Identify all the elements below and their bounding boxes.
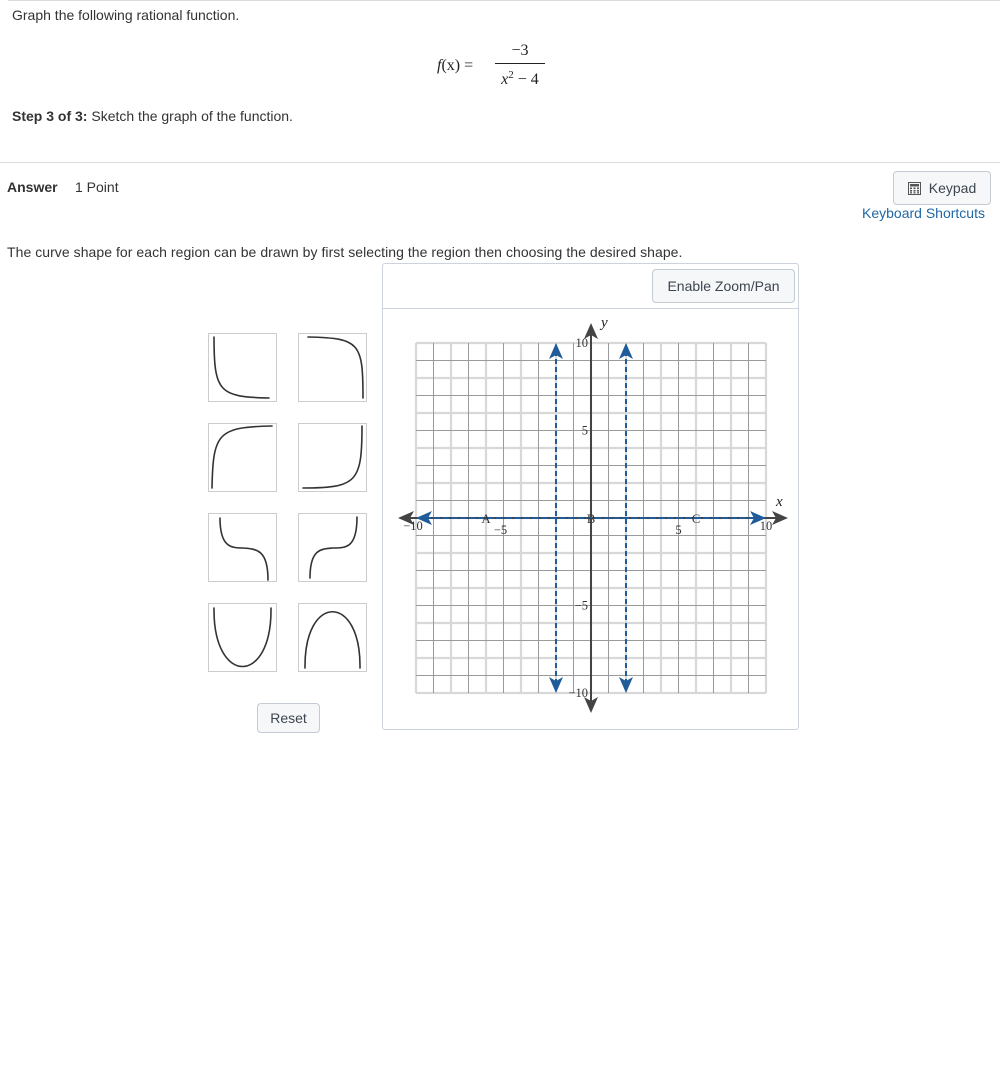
shape-tile-increasing-concave-down[interactable]	[208, 423, 277, 492]
u-shape-curve-icon	[213, 607, 272, 668]
calculator-icon	[907, 181, 921, 195]
top-divider	[8, 0, 1000, 1]
increasing-concave-up-curve-icon	[302, 425, 363, 489]
fraction: −3 x2 − 4	[495, 40, 545, 89]
point-a[interactable]: A	[481, 512, 490, 526]
x-tick-label: −10	[403, 519, 423, 533]
shape-tile-increasing-s-curve[interactable]	[298, 513, 367, 582]
decreasing-s-curve-icon	[219, 517, 269, 581]
decreasing-concave-down-curve-icon	[307, 336, 364, 399]
answer-label: Answer	[7, 179, 58, 195]
denominator-constant: − 4	[513, 71, 539, 88]
graph-panel: Enable Zoom/Pan −10 −5 5 10 10 5 −5 −10 x y A B C	[382, 263, 799, 730]
shape-tile-cap-shape[interactable]	[298, 603, 367, 672]
function-arg: (x)	[441, 57, 461, 74]
y-tick-label: 10	[576, 336, 589, 350]
section-divider	[0, 162, 1000, 163]
fraction-bar	[495, 63, 545, 64]
keypad-button[interactable]: Keypad	[893, 171, 991, 205]
keypad-label: Keypad	[928, 180, 977, 196]
point-b[interactable]: B	[587, 512, 595, 526]
formula-lhs: f(x) =	[437, 57, 473, 75]
denominator: x2 − 4	[495, 66, 545, 89]
increasing-concave-down-curve-icon	[211, 425, 273, 489]
question-prompt: Graph the following rational function.	[12, 7, 240, 23]
numerator: −3	[511, 42, 529, 59]
decreasing-concave-up-curve-icon	[213, 336, 270, 399]
cap-shape-curve-icon	[304, 611, 361, 669]
step-indicator: Step 3 of 3: Sketch the graph of the fun…	[12, 108, 293, 124]
shape-tile-u-shape[interactable]	[208, 603, 277, 672]
y-tick-label: 5	[582, 424, 588, 438]
x-tick-label: −5	[494, 523, 507, 537]
shape-tile-increasing-concave-up[interactable]	[298, 423, 367, 492]
step-label: Step 3 of 3:	[12, 108, 88, 124]
y-tick-label: −5	[575, 599, 588, 613]
x-tick-label: 10	[760, 519, 773, 533]
instructions-text: The curve shape for each region can be d…	[7, 244, 683, 260]
shape-tile-decreasing-concave-down[interactable]	[298, 333, 367, 402]
equals-sign: =	[464, 57, 474, 74]
shape-tile-decreasing-s-curve[interactable]	[208, 513, 277, 582]
shape-tile-decreasing-concave-up[interactable]	[208, 333, 277, 402]
keyboard-shortcuts-link[interactable]: Keyboard Shortcuts	[862, 205, 985, 221]
increasing-s-curve-icon	[309, 516, 358, 579]
reset-button[interactable]: Reset	[257, 703, 320, 733]
x-axis-label: x	[775, 494, 783, 510]
point-c[interactable]: C	[692, 512, 700, 526]
y-tick-label: −10	[568, 686, 588, 700]
graph-canvas[interactable]: −10 −5 5 10 10 5 −5 −10 x y A B C	[382, 263, 799, 730]
step-text: Sketch the graph of the function.	[87, 108, 293, 124]
answer-points: 1 Point	[75, 179, 119, 195]
x-tick-label: 5	[675, 523, 681, 537]
y-axis-label: y	[599, 315, 608, 331]
